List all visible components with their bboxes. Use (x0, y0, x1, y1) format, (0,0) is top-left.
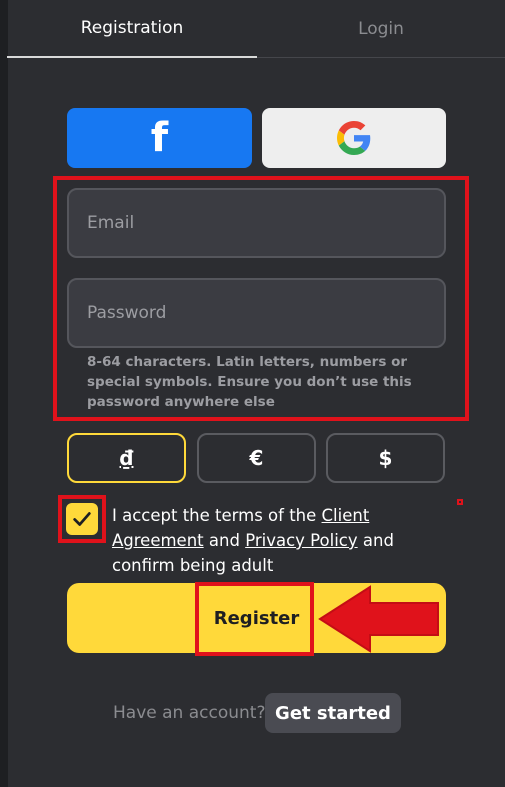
currency-symbol: € (249, 446, 264, 470)
google-signup-button[interactable] (262, 108, 446, 168)
get-started-button[interactable]: Get started (265, 693, 401, 733)
tab-registration[interactable]: Registration (7, 0, 257, 58)
google-icon (337, 121, 371, 155)
currency-option-dollar[interactable]: $ (326, 433, 445, 483)
arrow-left-icon (318, 585, 439, 653)
password-hint: 8-64 characters. Latin letters, numbers … (87, 354, 412, 410)
facebook-signup-button[interactable]: f (67, 108, 252, 168)
tab-login[interactable]: Login (257, 0, 505, 58)
terms-checkbox[interactable] (66, 503, 98, 535)
privacy-policy-link[interactable]: Privacy Policy (245, 531, 357, 550)
terms-and: and (203, 531, 246, 550)
have-account-text: Have an account? (113, 703, 266, 723)
currency-symbol: $ (378, 446, 393, 470)
register-label: Register (213, 607, 300, 629)
terms-prefix: I accept the terms of the (112, 506, 322, 525)
currency-option-euro[interactable]: € (197, 433, 316, 483)
terms-text: I accept the terms of the Client Agreeme… (112, 503, 457, 578)
outer-background (0, 0, 7, 787)
highlight-marker (457, 499, 463, 505)
currency-option-dong[interactable]: ₫ (67, 433, 186, 483)
password-field[interactable] (67, 278, 446, 348)
checkmark-icon (73, 512, 91, 526)
email-field[interactable] (67, 188, 446, 258)
currency-symbol: ₫ (119, 446, 134, 470)
auth-tabs: Registration Login (7, 0, 505, 58)
facebook-icon: f (150, 115, 169, 161)
